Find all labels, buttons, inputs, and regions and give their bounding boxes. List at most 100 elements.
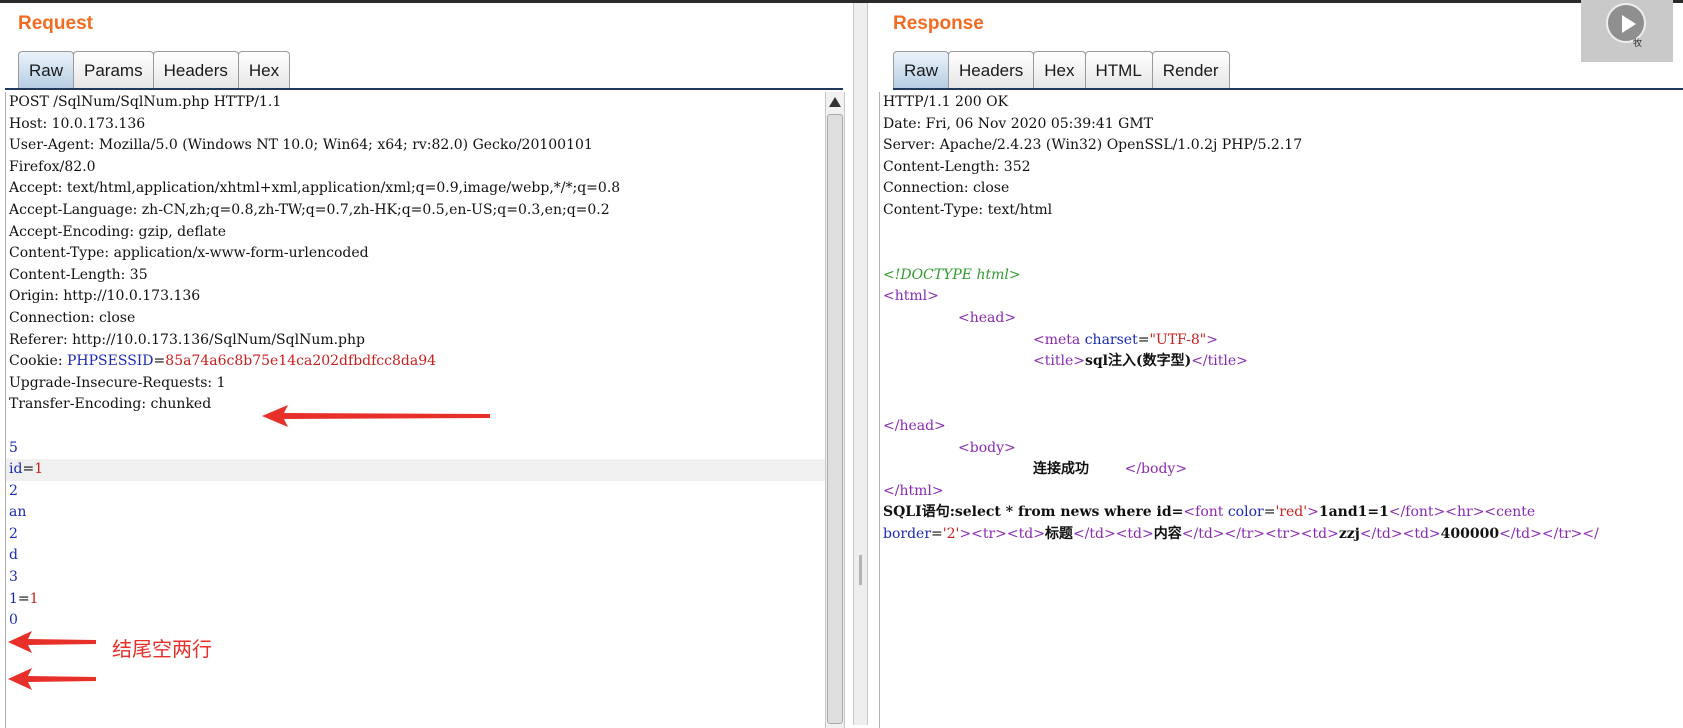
code-token: POST /SqlNum/SqlNum.php HTTP/1.1: [9, 94, 282, 110]
response-line: SQLI语句:select * from news where id=<font…: [880, 502, 1683, 524]
response-line: Server: Apache/2.4.23 (Win32) OpenSSL/1.…: [880, 135, 1683, 157]
play-icon[interactable]: [1622, 15, 1636, 33]
code-token: zzj: [1338, 525, 1360, 542]
request-tab-raw[interactable]: Raw: [18, 51, 75, 88]
request-line: 0: [6, 610, 826, 632]
code-token: </td></tr><tr><td>: [1181, 525, 1339, 542]
code-token: =: [22, 461, 35, 478]
code-token: an: [9, 504, 27, 521]
request-line: an: [6, 502, 826, 524]
code-token: 0: [9, 612, 18, 629]
code-token: 连接成功: [1033, 461, 1089, 478]
response-line: </html>: [880, 481, 1683, 503]
request-line: Content-Type: application/x-www-form-url…: [6, 243, 826, 265]
code-token: Content-Type: text/html: [883, 201, 1053, 218]
panel-splitter[interactable]: [853, 3, 868, 725]
response-line: [880, 222, 1683, 244]
code-token: Content-Length: 35: [9, 266, 148, 283]
request-line: Referer: http://10.0.173.136/SqlNum/SqlN…: [6, 330, 826, 352]
code-token: charset: [1084, 331, 1138, 348]
code-token: Referer: http://10.0.173.136/SqlNum/SqlN…: [9, 331, 365, 348]
request-tab-headers[interactable]: Headers: [152, 51, 239, 88]
scroll-thumb[interactable]: [827, 114, 843, 724]
avatar[interactable]: 牧: [1581, 0, 1673, 62]
code-token: <meta: [1033, 331, 1085, 348]
code-token: <head>: [958, 309, 1017, 326]
response-line: Content-Length: 352: [880, 157, 1683, 179]
request-line: Accept-Language: zh-CN,zh;q=0.8,zh-TW;q=…: [6, 200, 826, 222]
response-tab-hex[interactable]: Hex: [1033, 51, 1086, 88]
request-line: POST /SqlNum/SqlNum.php HTTP/1.1: [6, 92, 826, 114]
code-token: Origin: http://10.0.173.136: [9, 288, 201, 305]
request-line: id=1: [6, 459, 826, 481]
code-token: PHPSESSID: [66, 353, 154, 370]
request-scrollbar[interactable]: [825, 92, 845, 728]
code-token: 400000: [1440, 525, 1500, 542]
response-tab-raw[interactable]: Raw: [893, 51, 950, 88]
code-token: =: [17, 590, 30, 607]
code-token: Accept-Language: zh-CN,zh;q=0.8,zh-TW;q=…: [9, 201, 610, 218]
code-token: </head>: [883, 417, 946, 434]
code-token: </td><td>: [1359, 525, 1441, 542]
request-line: [6, 697, 826, 719]
request-line: Upgrade-Insecure-Requests: 1: [6, 373, 826, 395]
code-token: 1: [29, 590, 39, 607]
response-tab-html[interactable]: HTML: [1084, 51, 1153, 88]
response-tab-render[interactable]: Render: [1151, 51, 1230, 88]
avatar-label: 牧: [1633, 39, 1643, 49]
splitter-grip[interactable]: [859, 555, 862, 585]
code-token: 标题: [1044, 525, 1073, 542]
response-line: border='2'><tr><td>标题</td><td>内容</td></t…: [880, 524, 1683, 546]
code-token: 1and1=1: [1318, 504, 1389, 521]
request-line: Firefox/82.0: [6, 157, 826, 179]
request-line: 2: [6, 481, 826, 503]
code-token: 2: [9, 525, 18, 542]
request-line: Cookie: PHPSESSID=85a74a6c8b75e14ca202df…: [6, 351, 826, 373]
code-token: Cookie:: [9, 353, 67, 370]
code-token: '2': [942, 525, 960, 542]
code-token: "UTF-8": [1149, 331, 1207, 348]
response-line: [880, 243, 1683, 265]
code-token: 5: [9, 439, 18, 456]
request-line: Accept: text/html,application/xhtml+xml,…: [6, 178, 826, 200]
response-line: 连接成功 </body>: [880, 459, 1683, 481]
request-tab-hex[interactable]: Hex: [237, 51, 291, 88]
code-token: </td><td>: [1072, 525, 1154, 542]
annotation-text: 结尾空两行: [112, 637, 212, 661]
code-token: </html>: [883, 482, 944, 499]
code-token: 1: [34, 461, 44, 478]
request-tab-rule: [5, 88, 843, 90]
code-token: =: [1137, 331, 1150, 348]
response-title: Response: [893, 13, 984, 34]
code-token: </font><hr><cente: [1388, 504, 1536, 521]
code-token: sql注入(数字型): [1084, 353, 1192, 370]
code-token: SQLI语句:select * from news where id=: [883, 504, 1184, 521]
code-token: Server: Apache/2.4.23 (Win32) OpenSSL/1.…: [883, 137, 1303, 154]
code-token: id: [9, 461, 23, 478]
scroll-up-icon[interactable]: [829, 97, 841, 107]
request-line: [6, 718, 826, 728]
code-token: color: [1227, 504, 1264, 521]
request-tab-params[interactable]: Params: [73, 51, 154, 88]
annotation-arrow-icon: [8, 631, 96, 653]
code-token: =: [931, 525, 943, 542]
code-token: Accept: text/html,application/xhtml+xml,…: [9, 180, 621, 197]
response-tab-headers[interactable]: Headers: [948, 51, 1035, 88]
code-token: Host: 10.0.173.136: [9, 115, 146, 132]
request-line: Accept-Encoding: gzip, deflate: [6, 222, 826, 244]
response-tabs: Raw Headers Hex HTML Render: [893, 51, 1230, 89]
request-line: 3: [6, 567, 826, 589]
code-token: 'red': [1275, 504, 1308, 521]
code-token: User-Agent: Mozilla/5.0 (Windows NT 10.0…: [9, 137, 593, 154]
request-line: 1=1: [6, 589, 826, 611]
response-line: <html>: [880, 286, 1683, 308]
code-token: Transfer-Encoding: chunked: [9, 396, 212, 413]
response-editor[interactable]: HTTP/1.1 200 OK Date: Fri, 06 Nov 2020 05…: [879, 92, 1683, 728]
request-line: d: [6, 545, 826, 567]
code-token: 1: [9, 590, 18, 607]
response-line: Date: Fri, 06 Nov 2020 05:39:41 GMT: [880, 114, 1683, 136]
code-token: Content-Length: 352: [883, 158, 1031, 175]
response-panel: Response Raw Headers Hex HTML Render HTTP/1.…: [868, 3, 1683, 728]
request-line: Content-Length: 35: [6, 265, 826, 287]
